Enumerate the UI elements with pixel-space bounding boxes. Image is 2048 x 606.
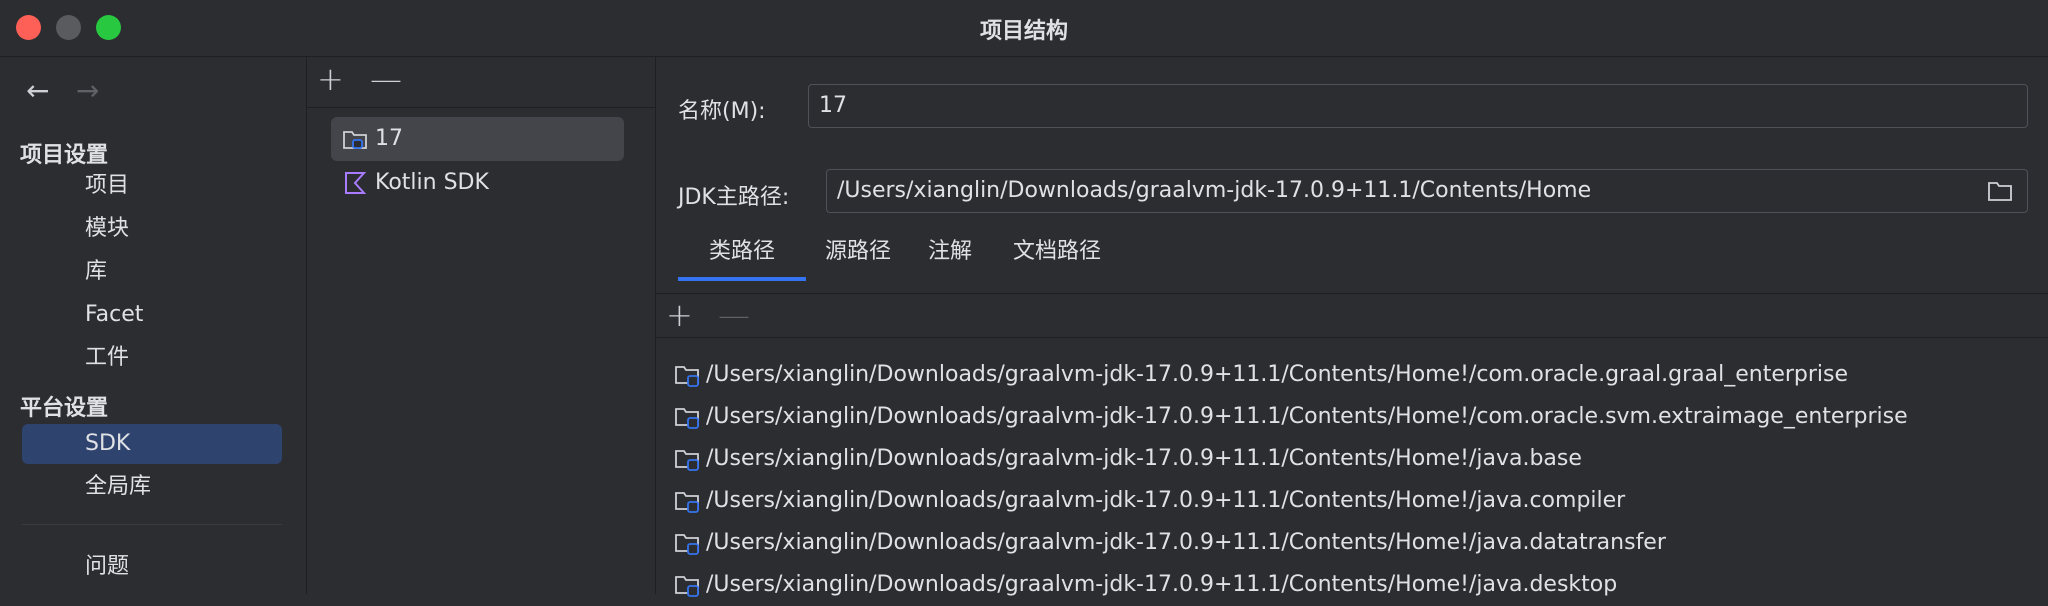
tab-documentation-paths[interactable]: 文档路径 xyxy=(992,235,1122,281)
sdk-item-kotlin[interactable]: Kotlin SDK xyxy=(331,161,624,205)
module-folder-icon xyxy=(675,408,699,429)
nav-item-problems[interactable]: 问题 xyxy=(22,547,282,587)
arrow-left-icon[interactable]: ← xyxy=(26,77,49,105)
jdk-folder-icon xyxy=(343,131,367,149)
title-bar: 项目结构 xyxy=(0,0,2048,57)
list-toolbar-divider xyxy=(656,337,2048,338)
plus-icon[interactable]: + xyxy=(666,299,693,331)
tabs-divider xyxy=(656,293,2048,294)
classpath-item[interactable]: /Users/xianglin/Downloads/graalvm-jdk-17… xyxy=(674,480,1625,522)
name-label: 名称(M): xyxy=(678,99,766,124)
jdk-path-value: /Users/xianglin/Downloads/graalvm-jdk-17… xyxy=(837,178,1592,203)
classpath-item[interactable]: /Users/xianglin/Downloads/graalvm-jdk-17… xyxy=(674,438,1582,480)
nav-item-facets[interactable]: Facet xyxy=(22,295,282,335)
window-title: 项目结构 xyxy=(979,19,1068,44)
sdk-item-17[interactable]: 17 xyxy=(331,117,624,161)
jdk-path-label: JDK主路径: xyxy=(678,185,790,210)
module-folder-icon xyxy=(675,366,699,387)
jdk-path-field[interactable]: /Users/xianglin/Downloads/graalvm-jdk-17… xyxy=(826,169,2028,213)
settings-nav: ← → 项目设置 项目 模块 库 Facet 工件 平台设置 SDK 全局库 问… xyxy=(0,57,307,594)
nav-divider xyxy=(22,524,282,525)
classpath-item[interactable]: /Users/xianglin/Downloads/graalvm-jdk-17… xyxy=(674,354,1848,396)
tab-annotations[interactable]: 注解 xyxy=(910,235,990,281)
sdk-list-toolbar: + — xyxy=(307,57,655,108)
nav-item-global-libraries[interactable]: 全局库 xyxy=(22,467,282,507)
module-folder-icon xyxy=(675,492,699,513)
tab-classpath[interactable]: 类路径 xyxy=(678,235,806,281)
nav-item-project[interactable]: 项目 xyxy=(22,166,282,206)
sdk-list-pane: + — 17 Kotlin SDK xyxy=(307,57,656,594)
nav-item-modules[interactable]: 模块 xyxy=(22,209,282,249)
classpath-item[interactable]: /Users/xianglin/Downloads/graalvm-jdk-17… xyxy=(674,396,1908,438)
classpath-item[interactable]: /Users/xianglin/Downloads/graalvm-jdk-17… xyxy=(674,564,1617,606)
section-project-settings: 项目设置 xyxy=(20,143,109,168)
nav-item-artifacts[interactable]: 工件 xyxy=(22,338,282,378)
classpath-item[interactable]: /Users/xianglin/Downloads/graalvm-jdk-17… xyxy=(674,522,1666,564)
arrow-right-icon: → xyxy=(76,74,100,107)
module-folder-icon xyxy=(675,576,699,597)
plus-icon[interactable]: + xyxy=(317,63,344,95)
module-folder-icon xyxy=(675,534,699,555)
module-folder-icon xyxy=(675,450,699,471)
minus-icon: — xyxy=(718,296,750,334)
sdk-details-pane: 名称(M): 17 JDK主路径: /Users/xianglin/Downlo… xyxy=(656,57,2048,597)
folder-icon[interactable] xyxy=(1987,179,2013,203)
minus-icon[interactable]: — xyxy=(370,63,402,95)
tab-sourcepath[interactable]: 源路径 xyxy=(808,235,908,281)
sdk-item-label: Kotlin SDK xyxy=(375,170,489,195)
kotlin-icon xyxy=(345,172,367,194)
nav-item-sdk[interactable]: SDK xyxy=(22,424,282,464)
sdk-item-label: 17 xyxy=(375,126,403,151)
name-field[interactable]: 17 xyxy=(808,84,2028,128)
section-platform-settings: 平台设置 xyxy=(20,396,109,421)
nav-item-libraries[interactable]: 库 xyxy=(22,252,282,292)
